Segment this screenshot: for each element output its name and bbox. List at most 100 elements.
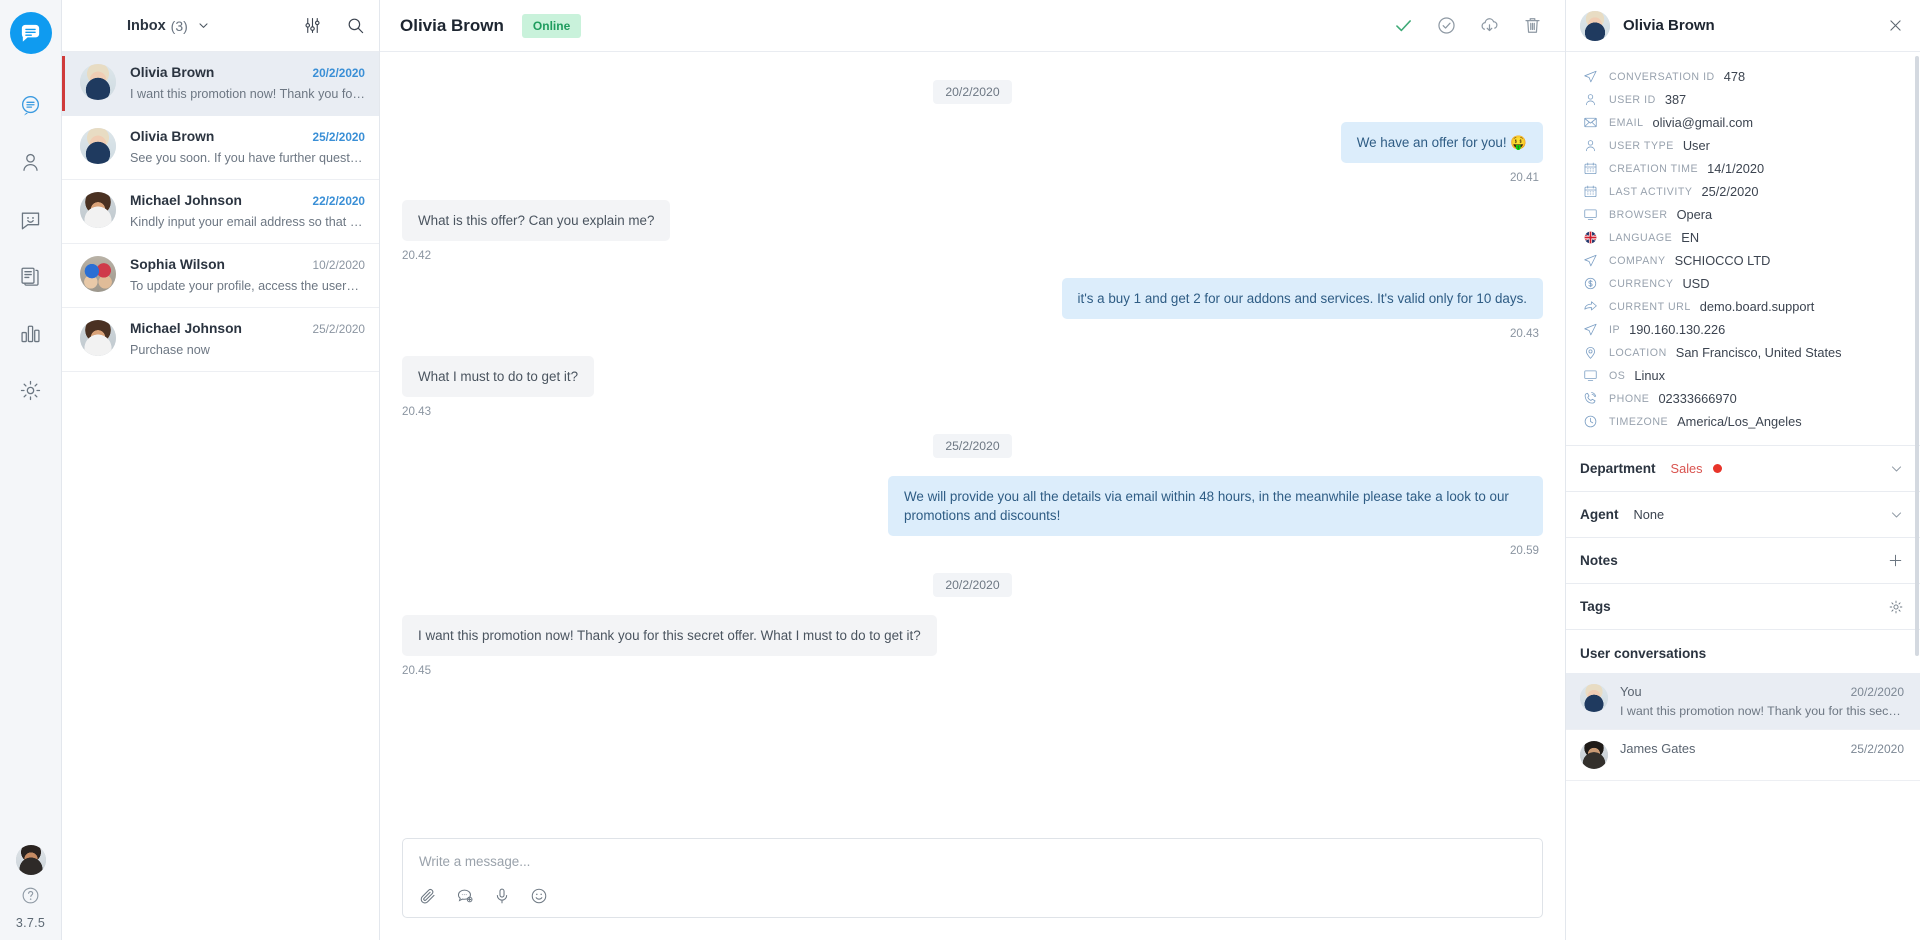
- clock-icon: [1580, 414, 1600, 429]
- property-key: Last Activity: [1609, 185, 1693, 198]
- close-icon[interactable]: [1887, 17, 1904, 34]
- conversation-name: Sophia Wilson: [130, 257, 225, 272]
- message-input[interactable]: Write a message...: [419, 854, 1526, 869]
- conversation-list-item[interactable]: Michael Johnson 22/2/2020 Kindly input you…: [62, 180, 379, 244]
- resolve-check-icon[interactable]: [1393, 15, 1414, 36]
- conversation-list-item[interactable]: Olivia Brown 25/2/2020 See you soon. If yo…: [62, 116, 379, 180]
- user-conversation-name: James Gates: [1620, 741, 1696, 756]
- notes-row[interactable]: Notes: [1566, 538, 1920, 584]
- icon-rail: 3.7.5: [0, 0, 62, 940]
- message-bubble: What is this offer? Can you explain me?: [402, 200, 671, 242]
- property-key: Timezone: [1609, 415, 1669, 428]
- info-panel-scroll: Conversation ID 478 User ID 387 Email olivia@…: [1566, 52, 1920, 940]
- message-time: 20.45: [402, 664, 432, 678]
- calendar-icon: [1580, 184, 1600, 199]
- avatar: [1580, 684, 1608, 712]
- sidebar-item-settings[interactable]: [16, 375, 46, 405]
- property-value: EN: [1681, 230, 1700, 245]
- property-key: Browser: [1609, 208, 1668, 221]
- sidebar-item-users[interactable]: [16, 147, 46, 177]
- property-key: Language: [1609, 231, 1673, 244]
- conversation-list-item[interactable]: Michael Johnson 25/2/2020 Purchase now: [62, 308, 379, 372]
- user-conversation-name: You: [1620, 684, 1642, 699]
- pending-clock-check-icon[interactable]: [1436, 15, 1457, 36]
- chevron-down-icon[interactable]: [197, 19, 210, 32]
- user-conversation-preview: I want this promotion now! Thank you for…: [1620, 704, 1904, 718]
- uk-flag-icon: [1580, 230, 1600, 245]
- property-value: 387: [1664, 92, 1687, 107]
- conversation-list-item[interactable]: Sophia Wilson 10/2/2020 To update your pro…: [62, 244, 379, 308]
- user-info-panel: Olivia Brown Conversation ID 478 User ID 38…: [1565, 0, 1920, 940]
- department-row[interactable]: Department Sales: [1566, 446, 1920, 492]
- department-value: Sales: [1670, 461, 1703, 476]
- delete-trash-icon[interactable]: [1522, 15, 1543, 36]
- conversation-list-item[interactable]: Olivia Brown 20/2/2020 I want this promoti…: [62, 52, 379, 116]
- chevron-down-icon[interactable]: [1889, 461, 1904, 476]
- user-properties: Conversation ID 478 User ID 387 Email olivia@…: [1566, 52, 1920, 446]
- microphone-icon[interactable]: [493, 887, 511, 905]
- envelope-icon: [1580, 115, 1600, 130]
- message-time: 20.43: [402, 405, 432, 419]
- user-property-row: Language EN: [1566, 226, 1920, 249]
- conversation-date: 25/2/2020: [312, 322, 365, 336]
- agent-row[interactable]: Agent None: [1566, 492, 1920, 538]
- monitor-icon: [1580, 207, 1600, 222]
- conversation-name: Michael Johnson: [130, 193, 242, 208]
- sidebar-item-conversations[interactable]: [16, 90, 46, 120]
- property-value: olivia@gmail.com: [1652, 115, 1754, 130]
- user-icon: [1580, 138, 1600, 153]
- message-time: 20.43: [1509, 327, 1539, 341]
- filter-sliders-icon[interactable]: [303, 16, 322, 35]
- canned-response-icon[interactable]: [456, 887, 474, 905]
- user-property-row: Conversation ID 478: [1566, 65, 1920, 88]
- avatar: [1580, 741, 1608, 769]
- list-header-actions: [303, 16, 365, 35]
- date-separator: 25/2/2020: [402, 434, 1543, 459]
- chevron-down-icon[interactable]: [1889, 507, 1904, 522]
- info-panel-scrollbar[interactable]: [1915, 56, 1919, 656]
- user-property-row: User Type User: [1566, 134, 1920, 157]
- user-property-row: Last Activity 25/2/2020: [1566, 180, 1920, 203]
- date-separator: 20/2/2020: [402, 80, 1543, 104]
- message-bubble: We have an offer for you! 🤑: [1340, 122, 1543, 164]
- incoming-message: What I must to do to get it? 20.43: [402, 356, 1543, 418]
- user-conversation-item[interactable]: James Gates 25/2/2020: [1566, 730, 1920, 781]
- user-property-row: Browser Opera: [1566, 203, 1920, 226]
- sidebar-item-articles[interactable]: [16, 261, 46, 291]
- help-circle-icon[interactable]: [21, 886, 40, 905]
- conversation-date: 20/2/2020: [312, 66, 365, 80]
- property-value: 25/2/2020: [1701, 184, 1759, 199]
- outgoing-message: We will provide you all the details via …: [402, 476, 1543, 557]
- property-value: 190.160.130.226: [1629, 322, 1726, 337]
- message-time: 20.41: [1509, 171, 1539, 185]
- property-key: Current URL: [1609, 300, 1691, 313]
- user-conversation-item[interactable]: You 20/2/2020 I want this promotion now! T…: [1566, 673, 1920, 730]
- current-user-avatar[interactable]: [15, 845, 46, 875]
- agent-label: Agent: [1580, 507, 1619, 522]
- inbox-title: Inbox: [127, 17, 166, 34]
- avatar: [80, 64, 116, 100]
- conversation-preview: Kindly input your email address so that …: [130, 215, 365, 229]
- sidebar-item-chatbot[interactable]: [16, 204, 46, 234]
- user-property-row: Timezone America/Los_Angeles: [1566, 410, 1920, 433]
- sidebar-item-reports[interactable]: [16, 318, 46, 348]
- download-cloud-icon[interactable]: [1479, 15, 1500, 36]
- user-conversation-date: 25/2/2020: [1850, 742, 1904, 756]
- property-key: User Type: [1609, 139, 1674, 152]
- avatar: [80, 320, 116, 356]
- property-key: Currency: [1609, 277, 1674, 290]
- message-thread: 20/2/2020 We have an offer for you! 🤑 20.4…: [380, 52, 1565, 832]
- message-composer[interactable]: Write a message...: [402, 838, 1543, 918]
- user-conversations-title: User conversations: [1580, 646, 1707, 661]
- app-root: 3.7.5 Inbox (3) Olivia Brown 20/2/2020 I…: [0, 0, 1920, 940]
- tags-row[interactable]: Tags: [1566, 584, 1920, 630]
- gear-icon[interactable]: [1888, 599, 1904, 615]
- search-icon[interactable]: [346, 16, 365, 35]
- plus-icon[interactable]: [1887, 552, 1904, 569]
- conversation-list-panel: Inbox (3) Olivia Brown 20/2/2020 I want …: [62, 0, 380, 940]
- emoji-smiley-icon[interactable]: [530, 887, 548, 905]
- incoming-message: What is this offer? Can you explain me? 2…: [402, 200, 1543, 262]
- attachment-clip-icon[interactable]: [419, 887, 437, 905]
- conversation-date: 10/2/2020: [312, 258, 365, 272]
- app-logo-icon[interactable]: [9, 12, 52, 54]
